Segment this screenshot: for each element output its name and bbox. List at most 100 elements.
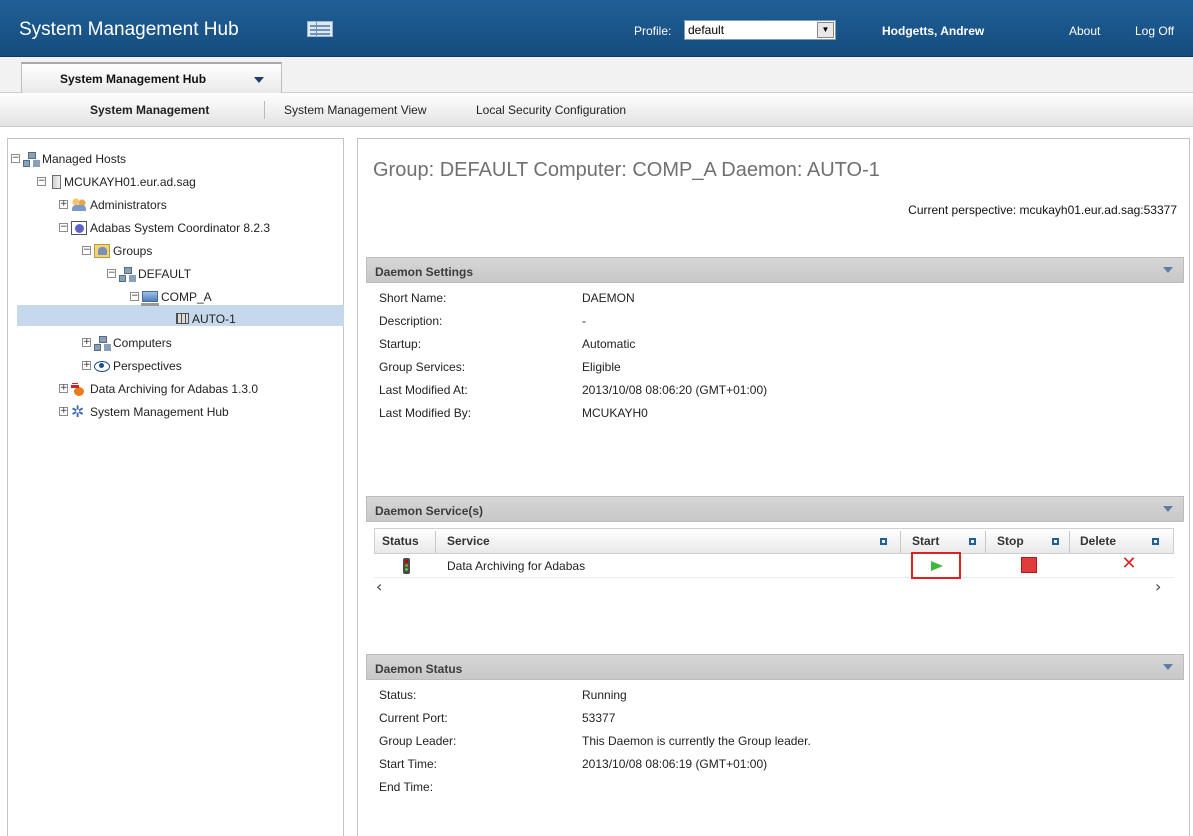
status-label: End Time:	[379, 780, 434, 794]
setting-row: Short Name: DAEMON	[366, 287, 1184, 310]
tree-item-computers[interactable]: + Computers	[82, 332, 172, 352]
column-header-start[interactable]: Start	[912, 529, 939, 554]
tree-item-managed-hosts[interactable]: − Managed Hosts	[11, 148, 126, 168]
tree-item-perspectives[interactable]: + Perspectives	[82, 355, 182, 375]
column-divider	[435, 531, 436, 553]
tree-item-label: Computers	[113, 335, 172, 350]
status-row: Status: Running	[366, 684, 1184, 707]
navigation-tree: − Managed Hosts − MCUKAYH01.eur.ad.sag + Ad…	[7, 138, 344, 836]
daemon-settings-section: Daemon Settings Short Name: DAEMON Descri…	[366, 257, 1184, 425]
column-divider	[1069, 531, 1070, 553]
tree-item-administrators[interactable]: + Administrators	[59, 194, 167, 214]
subnav-system-management[interactable]: System Management	[90, 103, 209, 117]
section-header[interactable]: Daemon Settings	[366, 257, 1184, 283]
collapse-toggle-icon[interactable]	[1163, 664, 1173, 670]
daemon-grid-icon	[176, 313, 189, 325]
expand-icon[interactable]: +	[59, 200, 68, 210]
tree-item-label: Groups	[113, 243, 153, 258]
setting-value: DAEMON	[582, 291, 635, 305]
about-link[interactable]: About	[1069, 24, 1100, 38]
column-header-delete[interactable]: Delete	[1080, 529, 1116, 554]
caret-down-icon[interactable]	[254, 77, 264, 83]
tree-item-default[interactable]: − DEFAULT	[107, 263, 191, 283]
status-traffic-light-icon	[403, 558, 410, 574]
scroll-right-icon[interactable]: ›	[1155, 577, 1161, 596]
subnav-system-management-view[interactable]: System Management View	[284, 103, 427, 117]
user-name[interactable]: Hodgetts, Andrew	[882, 24, 984, 38]
tree-item-system-management-hub[interactable]: + System Management Hub	[59, 401, 229, 422]
column-header-status[interactable]: Status	[382, 529, 419, 554]
section-header[interactable]: Daemon Status	[366, 654, 1184, 680]
daemon-services-section: Daemon Service(s) Status Service Start S…	[366, 496, 1184, 616]
tree-item-system-coordinator[interactable]: − Adabas System Coordinator 8.2.3	[59, 217, 270, 237]
status-label: Group Leader:	[379, 734, 457, 748]
app-tab-label: System Management Hub	[60, 72, 207, 86]
table-row: Data Archiving for Adabas	[374, 554, 1174, 578]
logoff-link[interactable]: Log Off	[1135, 24, 1174, 38]
stop-service-button[interactable]	[1021, 557, 1037, 573]
column-divider	[985, 531, 986, 553]
network-icon	[94, 335, 110, 351]
collapse-toggle-icon[interactable]	[1163, 506, 1173, 512]
play-icon	[931, 561, 943, 571]
tree-item-label: Adabas System Coordinator 8.2.3	[90, 220, 271, 235]
setting-value: MCUKAYH0	[582, 406, 648, 420]
groups-icon	[94, 243, 110, 258]
delete-service-button[interactable]: ✕	[1120, 554, 1138, 574]
collapse-icon[interactable]: −	[82, 246, 91, 256]
collapse-icon[interactable]: −	[59, 223, 68, 233]
tree-item-groups[interactable]: − Groups	[82, 240, 152, 260]
expand-icon[interactable]: +	[82, 361, 91, 371]
status-row: End Time:	[366, 776, 1184, 799]
smh-icon	[71, 402, 87, 422]
grid-view-icon[interactable]	[307, 21, 333, 37]
database-icon	[71, 220, 87, 235]
column-menu-icon[interactable]	[1152, 538, 1159, 545]
network-icon	[119, 266, 135, 282]
subnav-local-security-configuration[interactable]: Local Security Configuration	[476, 103, 626, 117]
setting-label: Group Services:	[379, 360, 466, 374]
column-divider	[900, 531, 901, 553]
tree-item-label: AUTO-1	[192, 311, 236, 326]
tree-item-comp-a[interactable]: − COMP_A	[130, 286, 212, 307]
expand-icon[interactable]: +	[82, 338, 91, 348]
status-value: This Daemon is currently the Group leade…	[582, 734, 811, 748]
setting-row: Description: -	[366, 310, 1184, 333]
expand-icon[interactable]: +	[59, 407, 68, 417]
top-bar: System Management Hub Profile: default ▼…	[0, 0, 1193, 57]
section-header[interactable]: Daemon Service(s)	[366, 496, 1184, 522]
collapse-icon[interactable]: −	[130, 292, 139, 302]
collapse-toggle-icon[interactable]	[1163, 267, 1173, 273]
current-perspective: Current perspective: mcukayh01.eur.ad.sa…	[908, 203, 1177, 217]
collapse-icon[interactable]: −	[37, 177, 46, 187]
column-menu-icon[interactable]	[880, 538, 887, 545]
profile-select[interactable]: default ▼	[684, 20, 836, 40]
app-title: System Management Hub	[19, 19, 239, 40]
expand-icon[interactable]: +	[59, 384, 68, 394]
scroll-left-icon[interactable]: ‹	[376, 577, 382, 596]
column-header-service[interactable]: Service	[447, 529, 490, 554]
server-icon	[52, 174, 61, 189]
status-row: Current Port: 53377	[366, 707, 1184, 730]
column-header-stop[interactable]: Stop	[997, 529, 1024, 554]
column-menu-icon[interactable]	[1052, 538, 1059, 545]
computer-icon	[141, 291, 159, 307]
tree-item-data-archiving[interactable]: + Data Archiving for Adabas 1.3.0	[59, 378, 258, 398]
section-title: Daemon Service(s)	[375, 504, 484, 518]
chevron-down-icon[interactable]: ▼	[817, 22, 834, 38]
app-tab-system-management-hub[interactable]: System Management Hub	[21, 62, 282, 93]
start-service-button[interactable]	[911, 552, 961, 579]
tree-item-label: MCUKAYH01.eur.ad.sag	[64, 174, 196, 189]
tree-item-host[interactable]: − MCUKAYH01.eur.ad.sag	[37, 171, 196, 191]
tree-item-label: Managed Hosts	[42, 151, 127, 166]
column-menu-icon[interactable]	[969, 538, 976, 545]
setting-value: Eligible	[582, 360, 621, 374]
eye-icon	[94, 359, 110, 373]
section-title: Daemon Status	[375, 662, 463, 676]
tree-item-label: DEFAULT	[138, 266, 192, 281]
collapse-icon[interactable]: −	[11, 154, 20, 164]
status-row: Start Time: 2013/10/08 08:06:19 (GMT+01:0…	[366, 753, 1184, 776]
main-content: Group: DEFAULT Computer: COMP_A Daemon: …	[357, 138, 1190, 836]
collapse-icon[interactable]: −	[107, 269, 116, 279]
tree-item-auto-1[interactable]: AUTO-1	[176, 308, 236, 328]
